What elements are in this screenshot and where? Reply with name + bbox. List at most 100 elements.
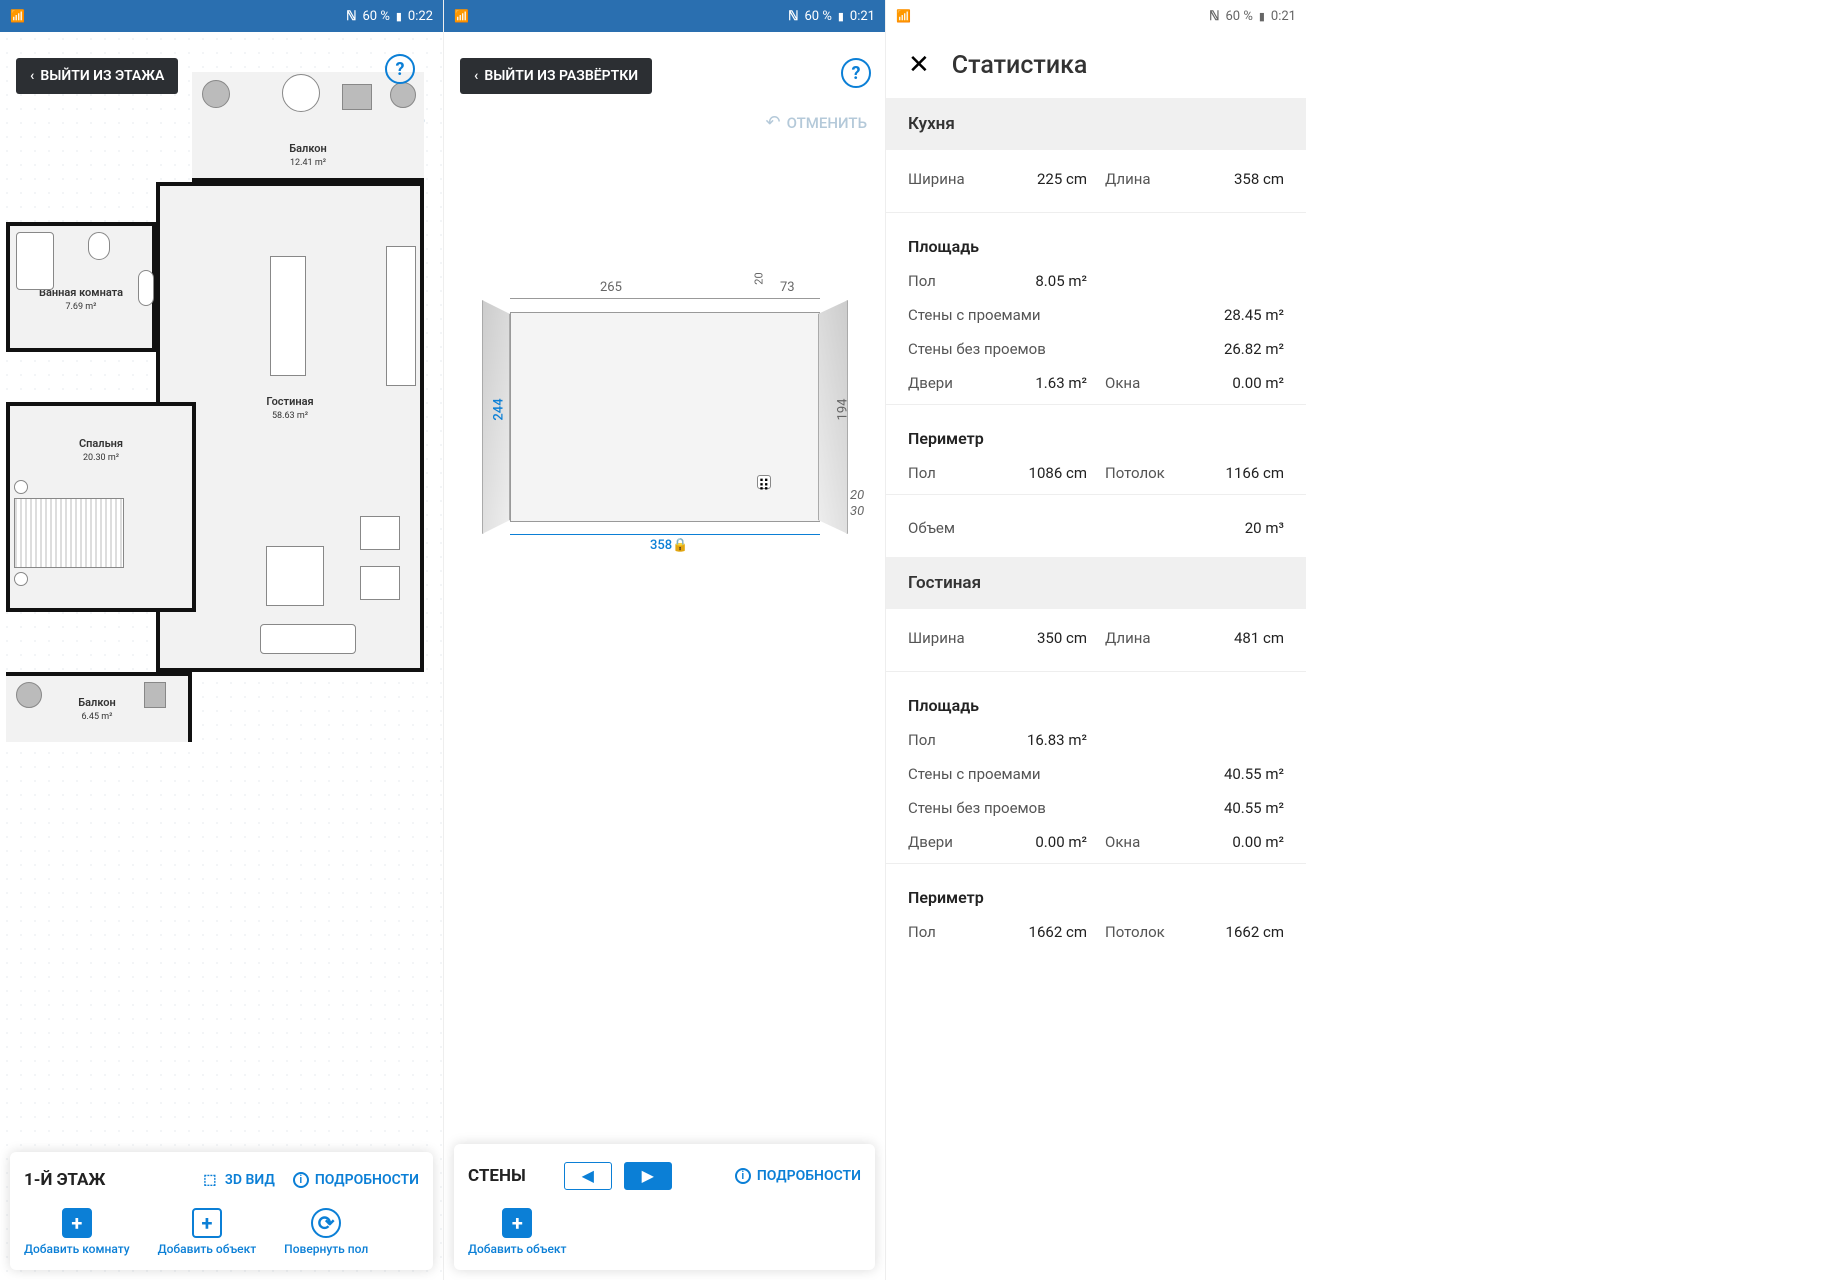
stat-label: Ширина [908, 629, 965, 647]
stat-label: Длина [1105, 629, 1151, 647]
floorplan-drawing: Балкон12.41 m² Ванная комната7.69 m² Гос… [6, 72, 437, 1280]
stat-val: 1086 cm [1029, 464, 1087, 482]
stat-val: 8.05 m² [1035, 272, 1087, 290]
close-icon[interactable]: ✕ [908, 50, 930, 80]
subhead-perim: Периметр [886, 868, 1306, 915]
clock: 0:21 [850, 9, 875, 24]
signal-icon [10, 9, 25, 24]
room-living-label: Гостиная [266, 395, 313, 408]
clock: 0:21 [1271, 9, 1296, 24]
help-icon[interactable]: ? [841, 58, 871, 88]
stat-val: 1166 cm [1226, 464, 1284, 482]
room-balcony2-area: 6.45 m² [82, 712, 113, 722]
exit-wall-button[interactable]: ‹ ВЫЙТИ ИЗ РАЗВЁРТКИ [460, 58, 652, 94]
undo-button[interactable]: ОТМЕНИТЬ [766, 112, 867, 133]
lock-icon: 🔒 [672, 538, 688, 553]
battery-icon [838, 9, 844, 24]
nfc-icon [346, 9, 356, 24]
details-label: ПОДРОБНОСТИ [315, 1172, 419, 1188]
room-balcony1-label: Балкон [289, 142, 326, 155]
stat-label: Стены с проемами [908, 765, 1041, 783]
details-button[interactable]: iПОДРОБНОСТИ [293, 1172, 419, 1188]
view-3d-label: 3D ВИД [225, 1172, 275, 1188]
dim-top-20: 20 [753, 272, 766, 284]
nfc-icon [788, 9, 798, 24]
add-object-label: Добавить объект [468, 1242, 567, 1256]
wall-bottom-card: СТЕНЫ ◀ ▶ iПОДРОБНОСТИ + Добавить объект [454, 1144, 875, 1270]
panel-wall-view: 60 % 0:21 ‹ ВЫЙТИ ИЗ РАЗВЁРТКИ ? ОТМЕНИТ… [444, 0, 886, 1280]
stat-label: Объем [908, 519, 955, 537]
signal-icon [454, 9, 469, 24]
dim-bottom-358: 358🔒 [650, 538, 688, 553]
rotate-floor-button[interactable]: ⟳ Повернуть пол [284, 1208, 368, 1256]
add-room-label: Добавить комнату [24, 1242, 130, 1256]
prev-wall-button[interactable]: ◀ [564, 1162, 612, 1190]
plus-outline-icon: + [192, 1208, 222, 1238]
cube-icon: ⬚ [201, 1171, 219, 1189]
room-balcony2-label: Балкон [78, 696, 115, 709]
stat-label: Пол [908, 464, 936, 482]
stat-val: 40.55 m² [1224, 799, 1284, 817]
status-bar: 60 % 0:21 [444, 0, 885, 32]
battery-pct: 60 % [363, 9, 390, 24]
undo-label: ОТМЕНИТЬ [787, 114, 867, 132]
add-object-button[interactable]: + Добавить объект [158, 1208, 257, 1256]
exit-floor-label: ВЫЙТИ ИЗ ЭТАЖА [40, 68, 164, 84]
dim-top-73: 73 [780, 280, 795, 295]
stat-label: Длина [1105, 170, 1151, 188]
stat-val: 28.45 m² [1224, 306, 1284, 324]
dim-top-265: 265 [600, 280, 622, 295]
wall-diagram: ⠿ 265 20 73 244 194 20 30 358🔒 [470, 272, 859, 572]
battery-icon [396, 9, 402, 24]
room-living-area: 58.63 m² [272, 411, 308, 421]
panel-statistics: 60 % 0:21 ✕ Статистика Кухня Ширина225 c… [886, 0, 1306, 1280]
plus-filled-icon: + [502, 1208, 532, 1238]
stat-val: 1662 cm [1226, 923, 1284, 941]
room-balcony1-area: 12.41 m² [290, 158, 326, 168]
stat-val: 1.63 m² [1035, 374, 1087, 392]
stat-val: 225 cm [1037, 170, 1087, 188]
undo-arrow-icon [766, 112, 781, 133]
stat-label: Окна [1105, 374, 1140, 392]
help-icon[interactable]: ? [385, 54, 415, 84]
wall-canvas[interactable]: ‹ ВЫЙТИ ИЗ РАЗВЁРТКИ ? ОТМЕНИТЬ ⠿ 265 20… [444, 32, 885, 1280]
panel-floor-view: 60 % 0:22 ‹ ВЫЙТИ ИЗ ЭТАЖА ? ОТМЕНИТЬ Ба… [0, 0, 444, 1280]
stat-label: Пол [908, 923, 936, 941]
subhead-area: Площадь [886, 217, 1306, 264]
stat-val: 1662 cm [1029, 923, 1087, 941]
status-bar: 60 % 0:22 [0, 0, 443, 32]
dim-right-194: 194 [835, 399, 850, 421]
section-living: Гостиная [886, 557, 1306, 609]
stat-val: 40.55 m² [1224, 765, 1284, 783]
stat-scroll[interactable]: Кухня Ширина225 cm Длина358 cm Площадь П… [886, 98, 1306, 1280]
wall-rect[interactable]: ⠿ [510, 312, 820, 522]
stat-label: Двери [908, 833, 953, 851]
floor-title: 1-Й ЭТАЖ [24, 1170, 105, 1190]
stat-val: 16.83 m² [1027, 731, 1087, 749]
stat-val: 26.82 m² [1224, 340, 1284, 358]
stat-label: Стены без проемов [908, 340, 1046, 358]
stat-label: Потолок [1105, 923, 1165, 941]
details-button[interactable]: iПОДРОБНОСТИ [735, 1168, 861, 1184]
view-3d-button[interactable]: ⬚ 3D ВИД [201, 1171, 275, 1189]
add-object-label: Добавить объект [158, 1242, 257, 1256]
exit-floor-button[interactable]: ‹ ВЫЙТИ ИЗ ЭТАЖА [16, 58, 178, 94]
stat-val: 0.00 m² [1232, 374, 1284, 392]
dim-right-20: 20 [850, 488, 864, 503]
outlet-icon: ⠿ [757, 475, 771, 489]
rotate-icon: ⟳ [311, 1208, 341, 1238]
stat-val: 481 cm [1234, 629, 1284, 647]
next-wall-button[interactable]: ▶ [624, 1162, 672, 1190]
add-room-button[interactable]: + Добавить комнату [24, 1208, 130, 1256]
stat-val: 0.00 m² [1035, 833, 1087, 851]
chevron-left-icon: ‹ [30, 68, 34, 84]
signal-icon [896, 9, 911, 24]
room-bed-area: 20.30 m² [83, 453, 119, 463]
stat-label: Двери [908, 374, 953, 392]
stat-val: 358 cm [1234, 170, 1284, 188]
info-icon: i [735, 1168, 751, 1184]
battery-icon [1259, 9, 1265, 24]
floorplan-canvas[interactable]: ‹ ВЫЙТИ ИЗ ЭТАЖА ? ОТМЕНИТЬ Балкон12.41 … [0, 32, 443, 1280]
stat-header: ✕ Статистика [886, 32, 1306, 98]
add-object-button[interactable]: + Добавить объект [468, 1208, 567, 1256]
